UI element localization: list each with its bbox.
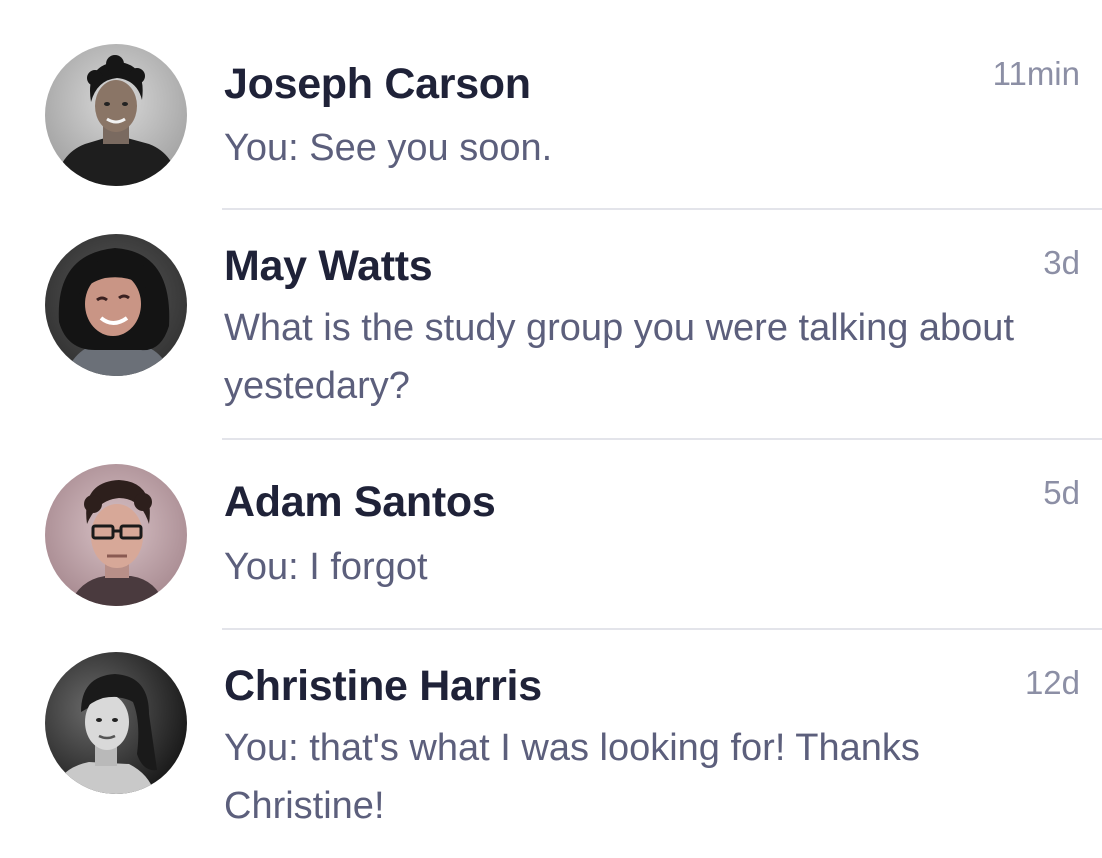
message-preview: You: that's what I was looking for! Than…: [224, 727, 920, 827]
avatar-photo-icon: [45, 234, 187, 376]
contact-name: May Watts: [224, 242, 433, 290]
avatar[interactable]: [45, 234, 187, 376]
avatar[interactable]: [45, 44, 187, 186]
timestamp: 11min: [992, 55, 1080, 92]
avatar-photo-icon: [45, 44, 187, 186]
contact-name: Joseph Carson: [224, 60, 531, 108]
timestamp: 12d: [1024, 664, 1080, 701]
conversation-row-may-watts[interactable]: May Watts 3d What is the study group you…: [0, 210, 1102, 440]
contact-name: Adam Santos: [224, 478, 496, 526]
avatar-photo-icon: [45, 464, 187, 606]
message-preview: You: See you soon.: [224, 127, 553, 169]
timestamp: 5d: [1043, 474, 1080, 511]
message-preview: What is the study group you were talking…: [224, 307, 1015, 407]
message-preview: You: I forgot: [224, 546, 428, 588]
timestamp: 3d: [1043, 244, 1080, 281]
conversation-row-adam-santos[interactable]: Adam Santos 5d You: I forgot: [0, 440, 1102, 630]
avatar-photo-icon: [45, 652, 187, 794]
avatar[interactable]: [45, 652, 187, 794]
contact-name: Christine Harris: [224, 662, 542, 710]
conversation-row-joseph-carson[interactable]: Joseph Carson 11min You: See you soon.: [0, 0, 1102, 210]
avatar[interactable]: [45, 464, 187, 606]
conversation-row-christine-harris[interactable]: Christine Harris 12d You: that's what I …: [0, 630, 1102, 858]
